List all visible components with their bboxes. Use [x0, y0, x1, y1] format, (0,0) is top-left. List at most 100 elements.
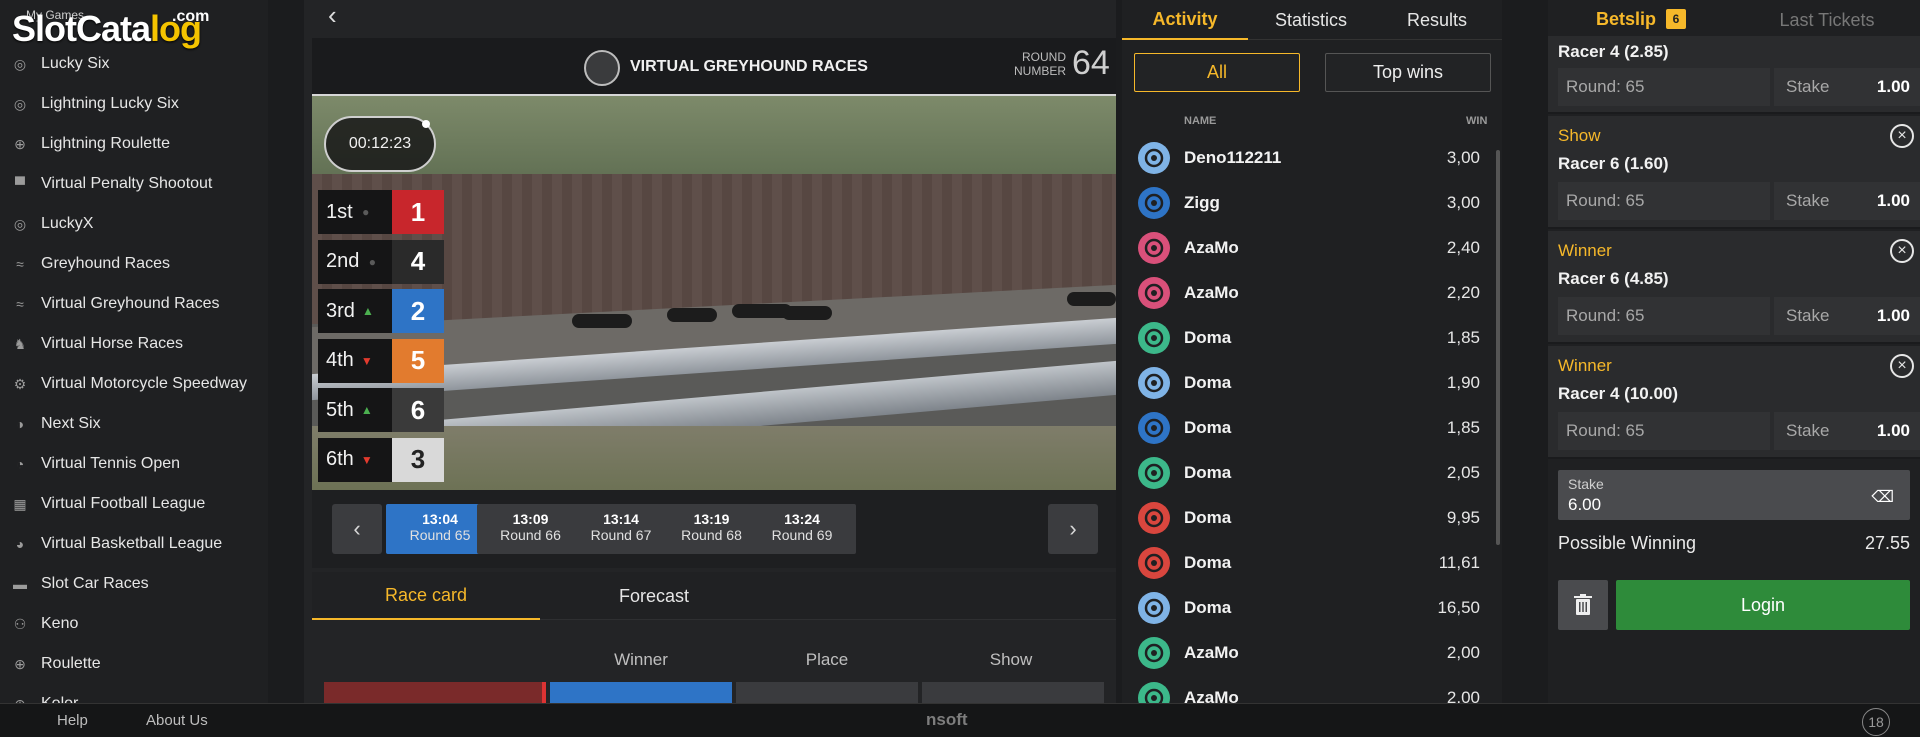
round-time: 13:24 [784, 511, 820, 527]
slot-car-icon: ▬ [13, 576, 27, 592]
sidebar-item-label: Slot Car Races [41, 575, 149, 592]
bet-type: Show [1558, 126, 1601, 145]
sidebar-item-label: Virtual Tennis Open [41, 455, 181, 472]
racer-number: 3 [392, 437, 444, 482]
filter-all-button[interactable]: All [1134, 53, 1300, 92]
nsoft-logo: nsoft [926, 710, 968, 729]
betslip-tabs: Betslip 6 Last Tickets [1548, 0, 1920, 40]
player-name: Doma [1184, 417, 1232, 437]
sidebar-item-virtual-basketball-league[interactable]: ◕ Virtual Basketball League [0, 524, 268, 564]
login-button[interactable]: Login [1616, 580, 1910, 630]
bet-stake-value: 1.00 [1876, 306, 1910, 325]
trend-icon: ▲ [360, 403, 373, 417]
sidebar-item-lightning-lucky-six[interactable]: ◎ Lightning Lucky Six [0, 84, 268, 124]
close-icon[interactable]: × [1890, 354, 1914, 378]
race-timer: 00:12:23 [324, 116, 436, 172]
avatar-icon [1138, 591, 1170, 624]
standing-row: 1st ● 1 [318, 190, 446, 237]
standing-position: 2nd ● [318, 239, 392, 284]
close-icon[interactable]: × [1890, 239, 1914, 263]
next-six-icon: ◑ [15, 416, 25, 432]
tab-activity[interactable]: Activity [1122, 0, 1248, 40]
standing-row: 3rd ▲ 2 [318, 289, 446, 336]
win-amount: 9,95 [1446, 507, 1480, 527]
win-amount: 2,20 [1446, 282, 1480, 302]
win-header: WIN [1466, 115, 1488, 127]
bet-stake-field[interactable]: Stake 1.00 [1774, 182, 1920, 220]
bet-stake-field[interactable]: Stake 1.00 [1774, 412, 1920, 450]
sidebar-item-virtual-motorcycle-speedway[interactable]: ⚙ Virtual Motorcycle Speedway [0, 364, 268, 404]
win-amount: 2,00 [1446, 687, 1480, 704]
trash-icon[interactable] [1558, 580, 1608, 630]
standing-position: 4th ▼ [318, 338, 392, 383]
trend-icon: ▼ [360, 353, 373, 368]
roulette-icon: ⊕ [14, 135, 26, 152]
next-round-button[interactable]: › [1048, 504, 1098, 554]
win-amount: 16,50 [1437, 597, 1480, 617]
sidebar-item-luckyx[interactable]: ◎ LuckyX [0, 204, 268, 244]
sidebar-item-virtual-football-league[interactable]: ▦ Virtual Football League [0, 484, 268, 524]
sidebar-item-slot-car-races[interactable]: ▬ Slot Car Races [0, 564, 268, 604]
filter-top-wins-button[interactable]: Top wins [1325, 53, 1491, 92]
activity-row: AzaMo 2,20 [1122, 270, 1492, 315]
tab-race-card[interactable]: Race card [312, 572, 540, 620]
sidebar-item-label: Keno [41, 615, 79, 632]
player-name: Doma [1184, 372, 1232, 392]
backspace-icon[interactable]: ⌫ [1871, 487, 1894, 507]
bet-stake-field[interactable]: Stake 1.00 [1774, 68, 1920, 106]
activity-row: AzaMo 2,40 [1122, 225, 1492, 270]
trend-icon: ▲ [361, 304, 374, 318]
player-name: AzaMo [1184, 687, 1239, 704]
sidebar-item-kolor[interactable]: ⊕ Kolor [0, 684, 268, 703]
sidebar-item-greyhound-races[interactable]: ≈ Greyhound Races [0, 244, 268, 284]
tab-last-tickets[interactable]: Last Tickets [1734, 0, 1920, 40]
round-tile[interactable]: 13:24 Round 69 [748, 504, 856, 554]
bet-racer: Racer 4 (2.85) [1558, 42, 1669, 61]
sidebar-item-virtual-horse-races[interactable]: ♞ Virtual Horse Races [0, 324, 268, 364]
age-18-icon: 18 [1862, 708, 1890, 736]
sidebar-item-roulette[interactable]: ⊕ Roulette [0, 644, 268, 684]
odd-winner[interactable] [550, 682, 732, 703]
activity-list: Deno112211 3,00 Zigg 3,00 AzaMo 2,40 AzaMo 2,20… [1122, 135, 1492, 703]
bet-stake-field[interactable]: Stake 1.00 [1774, 297, 1920, 335]
activity-scrollbar[interactable] [1496, 150, 1500, 545]
activity-row: Doma 1,90 [1122, 360, 1492, 405]
player-name: AzaMo [1184, 237, 1239, 257]
odd-place[interactable] [736, 682, 918, 703]
player-name: Doma [1184, 552, 1232, 572]
sidebar-item-lightning-roulette[interactable]: ⊕ Lightning Roulette [0, 124, 268, 164]
about-us-link[interactable]: About Us [146, 712, 208, 729]
help-link[interactable]: Help [57, 712, 88, 729]
racer-cell [324, 682, 546, 703]
bet-item: Racer 4 (2.85) Round: 65 Stake 1.00 [1548, 36, 1920, 114]
sidebar-item-virtual-greyhound-races[interactable]: ≈ Virtual Greyhound Races [0, 284, 268, 324]
close-icon[interactable]: × [1890, 124, 1914, 148]
tab-forecast[interactable]: Forecast [540, 572, 768, 620]
sidebar-item-label: Roulette [41, 655, 101, 672]
win-amount: 1,85 [1446, 327, 1480, 347]
win-amount: 3,00 [1446, 192, 1480, 212]
bet-item: Winner × Racer 6 (4.85) Round: 65 Stake 1.00 [1548, 231, 1920, 344]
tennis-icon: ◔ [15, 456, 25, 472]
greyhound-logo-icon [584, 50, 620, 86]
activity-row: Doma 11,61 [1122, 540, 1492, 585]
avatar-icon [1138, 636, 1170, 669]
odd-show[interactable] [922, 682, 1104, 703]
sidebar-item-virtual-penalty-shootout[interactable]: ▀ Virtual Penalty Shootout [0, 164, 268, 204]
tab-results[interactable]: Results [1374, 0, 1500, 40]
prev-round-button[interactable]: ‹ [332, 504, 382, 554]
total-stake-field[interactable]: Stake 6.00 ⌫ [1558, 470, 1910, 520]
greyhound [1067, 292, 1116, 306]
bet-round: Round: 65 [1558, 412, 1770, 450]
player-name: Doma [1184, 597, 1232, 617]
back-button[interactable]: ‹ [328, 0, 358, 30]
bet-stake-value: 1.00 [1876, 77, 1910, 96]
sidebar-item-label: Lightning Lucky Six [41, 95, 179, 112]
tab-betslip[interactable]: Betslip 6 [1548, 0, 1734, 40]
sidebar-item-next-six[interactable]: ◑ Next Six [0, 404, 268, 444]
roulette-icon: ⊕ [14, 655, 26, 672]
tab-statistics[interactable]: Statistics [1248, 0, 1374, 40]
sidebar-item-virtual-tennis-open[interactable]: ◔ Virtual Tennis Open [0, 444, 268, 484]
sidebar-item-keno[interactable]: ⚇ Keno [0, 604, 268, 644]
avatar-icon [1138, 546, 1170, 579]
